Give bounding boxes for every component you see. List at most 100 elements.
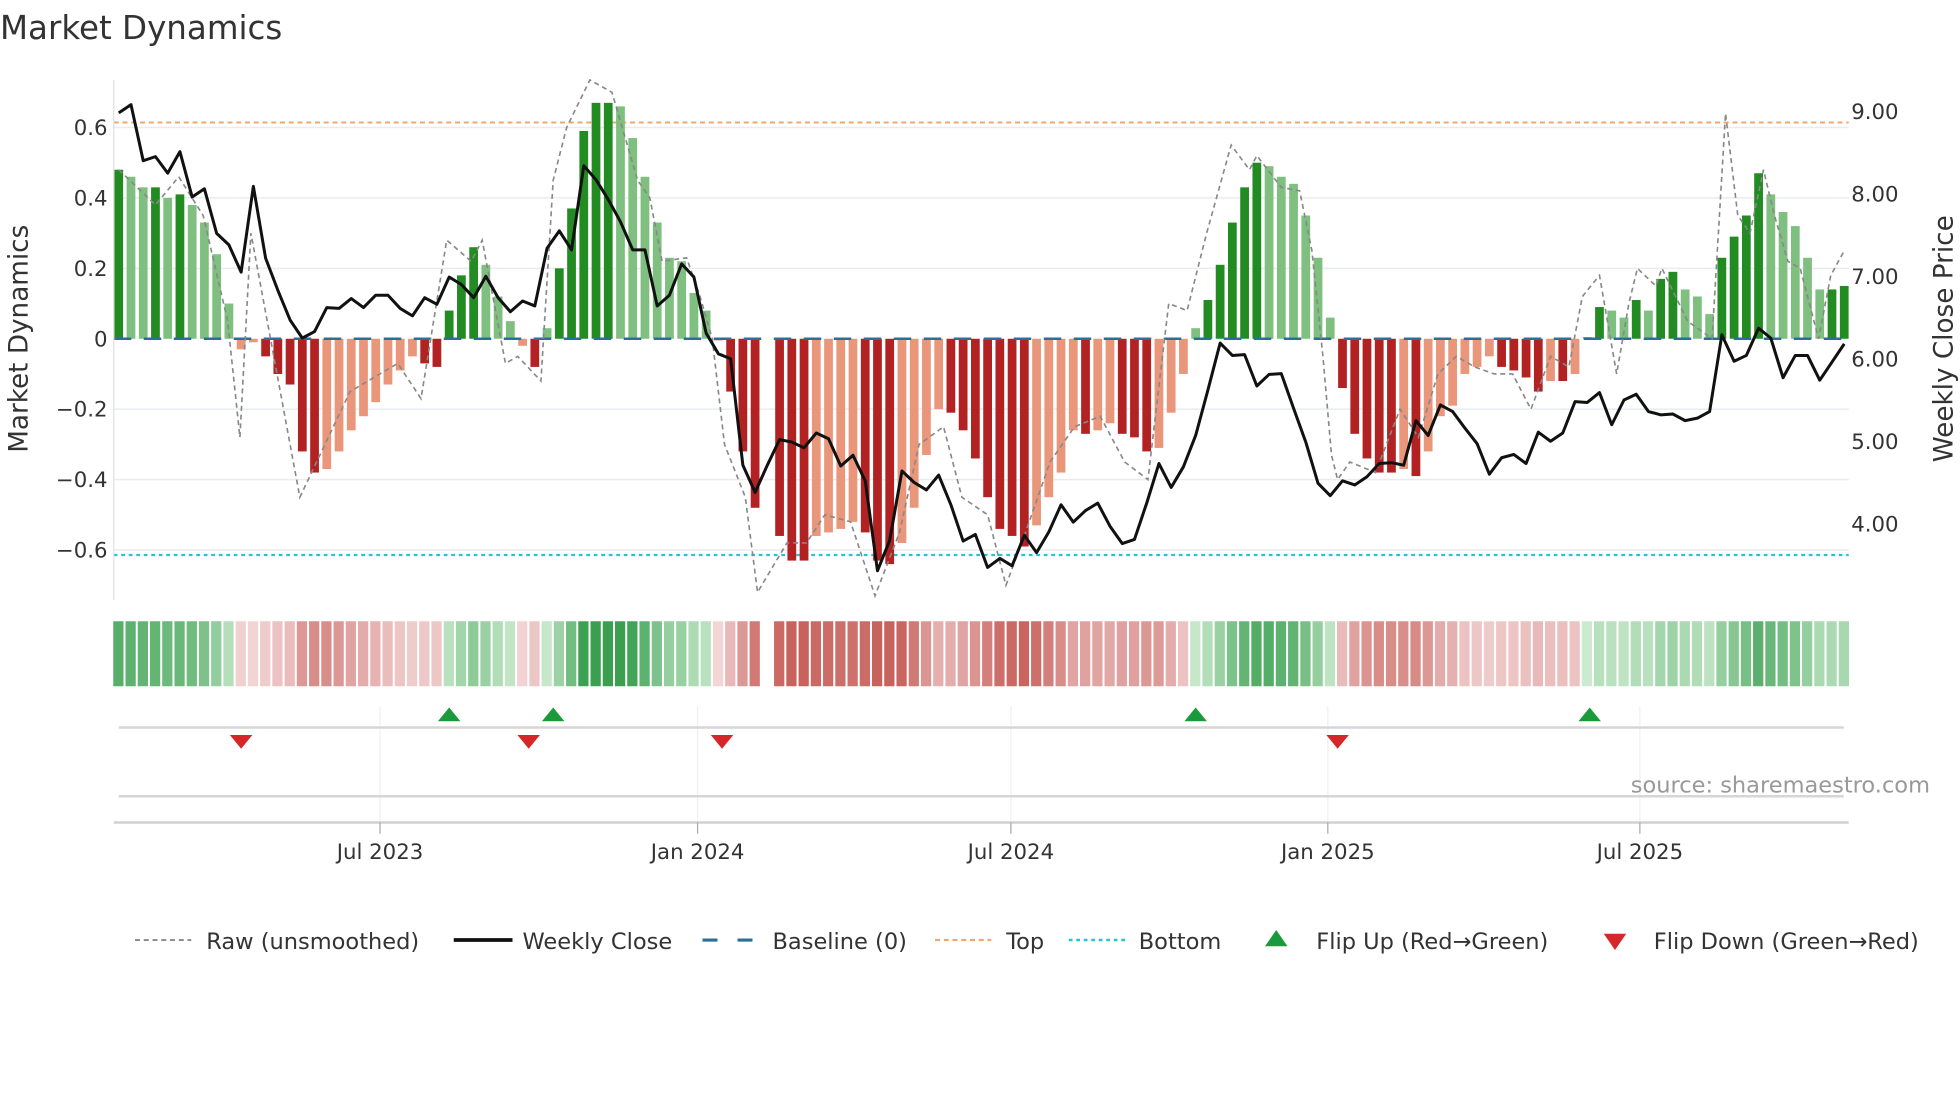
dynamics-bar: [1558, 338, 1568, 382]
heatmap-cell: [663, 621, 675, 687]
dynamics-bar: [971, 338, 980, 459]
dynamics-bar: [1215, 264, 1225, 339]
dynamics-bar: [175, 194, 185, 339]
heatmap-cell: [1704, 621, 1715, 687]
y-axis-label: Market Dynamics: [5, 225, 35, 453]
heatmap-cell: [969, 621, 981, 687]
dynamics-bar: [1264, 166, 1274, 339]
dynamics-bar: [1044, 338, 1054, 498]
heatmap-cell: [1642, 621, 1654, 687]
legend-label-bottom: Bottom: [1139, 929, 1222, 955]
dynamics-bar: [1680, 289, 1690, 339]
heatmap-cell: [1300, 621, 1311, 687]
heatmap-cell: [1324, 621, 1336, 687]
y2-tick-label: 7.00: [1851, 265, 1898, 290]
dynamics-bar: [1191, 328, 1201, 339]
dynamics-bar: [1509, 338, 1519, 371]
heatmap-cell: [1067, 621, 1079, 687]
dynamics-bar: [1032, 338, 1041, 526]
heatmap-cell: [847, 621, 858, 687]
dynamics-bar: [1374, 338, 1384, 473]
heatmap-cell: [125, 621, 136, 687]
y-tick-label: 0.2: [74, 257, 108, 282]
dynamics-bar: [1472, 338, 1482, 367]
flip-down-marker: [710, 735, 734, 749]
heatmap-cell: [1349, 621, 1360, 687]
legend-label-baseline: Baseline (0): [773, 929, 907, 955]
legend-label-flip_up: Flip Up (Red→Green): [1316, 929, 1548, 955]
dynamics-bar: [579, 130, 589, 339]
heatmap-cell: [1422, 621, 1433, 687]
flip-markers-panel: [118, 706, 1844, 823]
dynamics-bar: [1790, 226, 1800, 339]
dynamics-bar: [200, 222, 209, 339]
dynamics-bar: [1117, 338, 1127, 434]
y-tick-label: 0.6: [74, 116, 108, 141]
heatmap-cell: [211, 621, 222, 687]
heatmap-cell: [1630, 621, 1641, 687]
dynamics-bar: [126, 176, 136, 339]
heatmap-cell: [1055, 621, 1066, 687]
heatmap-cell: [1569, 621, 1580, 687]
dynamics-bar: [187, 204, 197, 339]
heatmap-cell: [1532, 621, 1544, 687]
dynamics-bar: [273, 338, 283, 374]
heatmap-cell: [700, 621, 711, 687]
dynamics-bar: [505, 321, 515, 339]
heatmap-cell: [149, 621, 161, 687]
dynamics-bar: [151, 187, 160, 339]
heatmap-cell: [908, 621, 919, 687]
legend-label-flip_down: Flip Down (Green→Red): [1654, 929, 1919, 955]
heatmap-cell: [1459, 621, 1470, 687]
dynamics-bar: [1631, 300, 1641, 339]
flip-down-marker: [229, 735, 253, 749]
heatmap-cell: [370, 621, 381, 687]
heatmap-cell: [1361, 621, 1372, 687]
dynamics-bar: [1717, 257, 1727, 339]
heatmap-cell: [1655, 621, 1666, 687]
y2-tick-label: 4.00: [1851, 512, 1898, 537]
dynamics-bar: [983, 338, 992, 498]
heatmap-cell: [284, 621, 295, 687]
dynamics-bar: [285, 338, 295, 385]
dynamics-bar: [359, 338, 368, 417]
dynamics-bar: [383, 338, 393, 385]
heatmap-cell: [309, 621, 320, 687]
heatmap-cell: [1838, 621, 1849, 687]
heatmap-cell: [810, 621, 822, 687]
regime-heatmap-strip: [113, 621, 1849, 687]
dynamics-bar: [1252, 162, 1262, 339]
heatmap-cell: [1153, 621, 1164, 687]
dynamics-bar: [1766, 194, 1776, 339]
heatmap-cell: [419, 621, 430, 687]
heatmap-cell: [627, 621, 638, 687]
dynamics-bar: [1179, 338, 1188, 374]
dynamics-bar: [1668, 271, 1678, 339]
dynamics-bar: [1827, 289, 1837, 339]
dynamics-bar: [1166, 338, 1176, 413]
x-tick-label: Jan 2025: [1279, 840, 1375, 865]
heatmap-cell: [994, 621, 1005, 687]
legend-label-close: Weekly Close: [523, 929, 673, 955]
heatmap-cell: [1593, 621, 1605, 687]
dynamics-bar: [824, 338, 833, 533]
heatmap-cell: [823, 621, 834, 687]
y2-tick-label: 5.00: [1851, 430, 1898, 455]
dynamics-bar: [958, 338, 968, 431]
heatmap-cell: [1496, 621, 1507, 687]
legend: Raw (unsmoothed) Weekly Close Baseline (0)…: [135, 929, 1919, 955]
heatmap-cell: [321, 621, 332, 687]
dynamics-bar: [934, 338, 944, 410]
legend-flip-down-icon: [1603, 933, 1627, 950]
heatmap-cell: [468, 621, 479, 687]
heatmap-cell: [859, 621, 870, 687]
dynamics-bar: [1289, 183, 1298, 339]
heatmap-cell: [1214, 621, 1225, 687]
heatmap-cell: [174, 621, 185, 687]
y2-axis-label: Weekly Close Price: [1930, 215, 1960, 462]
heatmap-cell: [982, 621, 993, 687]
heatmap-cell: [1226, 621, 1238, 687]
heatmap-cell: [1716, 621, 1727, 687]
dynamics-bar: [1203, 300, 1213, 339]
heatmap-cell: [1190, 621, 1201, 687]
